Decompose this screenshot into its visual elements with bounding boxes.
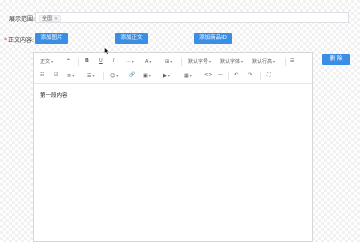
toolbar-divider bbox=[260, 72, 261, 80]
delete-button[interactable]: 删 除 bbox=[322, 54, 350, 65]
mouse-cursor-icon bbox=[104, 47, 110, 55]
close-icon[interactable]: × bbox=[54, 16, 58, 22]
add-text-button[interactable]: 添加正文 bbox=[115, 33, 148, 44]
link-icon[interactable]: 🔗 bbox=[129, 71, 135, 80]
heading-dropdown[interactable]: 正文 bbox=[40, 57, 53, 66]
align-dropdown[interactable]: ≡ bbox=[67, 71, 74, 80]
required-mark: * bbox=[4, 37, 7, 44]
toolbar-divider bbox=[228, 72, 229, 80]
add-product-id-button[interactable]: 添加商品ID bbox=[194, 33, 232, 44]
fullscreen-icon[interactable]: ⛶ bbox=[267, 71, 271, 80]
rich-text-editor[interactable]: 正文 ❝ B U I ··· A ⊞ 默认字号 默认字体 默认行高 ☰ ☷ ☑ … bbox=[33, 52, 313, 242]
line-height-dropdown[interactable]: 默认行高 bbox=[252, 57, 275, 66]
underline-icon[interactable]: U bbox=[99, 57, 103, 66]
quote-icon[interactable]: ❝ bbox=[67, 57, 70, 66]
toolbar-bottom-border bbox=[34, 83, 312, 84]
font-size-dropdown[interactable]: 默认字号 bbox=[188, 57, 211, 66]
range-tag-label: 全国 bbox=[42, 15, 53, 22]
bold-icon[interactable]: B bbox=[85, 57, 89, 66]
content-label-wrap: *正文内容: bbox=[4, 35, 34, 44]
list-icon[interactable]: ☰ bbox=[290, 57, 294, 66]
image-icon[interactable]: ▣ bbox=[143, 71, 151, 80]
code-icon[interactable]: <> bbox=[204, 71, 212, 80]
toolbar-divider bbox=[285, 58, 286, 66]
toolbar-divider bbox=[78, 58, 79, 66]
emoji-icon[interactable]: ☺ bbox=[110, 71, 118, 80]
range-tag: 全国 × bbox=[39, 15, 62, 22]
font-color-icon[interactable]: A bbox=[145, 57, 151, 66]
divider-line-icon[interactable]: — bbox=[218, 71, 223, 80]
background-color-icon[interactable]: ⊞ bbox=[165, 57, 172, 66]
editor-content[interactable]: 第一段内容 bbox=[40, 91, 68, 99]
indent-dropdown[interactable]: ☰ bbox=[87, 71, 95, 80]
undo-icon[interactable]: ↶ bbox=[234, 71, 238, 80]
toolbar-divider bbox=[181, 58, 182, 66]
table-icon[interactable]: ▦ bbox=[184, 71, 192, 80]
toolbar-divider bbox=[103, 72, 104, 80]
more-style-dropdown[interactable]: ··· bbox=[126, 57, 134, 66]
content-label: 正文内容: bbox=[8, 37, 35, 44]
checkbox-icon[interactable]: ☑ bbox=[54, 71, 58, 80]
font-family-dropdown[interactable]: 默认字体 bbox=[220, 57, 243, 66]
todo-list-icon[interactable]: ☷ bbox=[40, 71, 44, 80]
range-select[interactable]: 全国 × bbox=[35, 12, 349, 23]
video-icon[interactable]: ▶ bbox=[163, 71, 170, 80]
redo-icon[interactable]: ↷ bbox=[248, 71, 252, 80]
range-label: 展示范围: bbox=[9, 16, 36, 23]
italic-icon[interactable]: I bbox=[113, 57, 114, 66]
add-image-button[interactable]: 添加图片 bbox=[35, 33, 68, 44]
